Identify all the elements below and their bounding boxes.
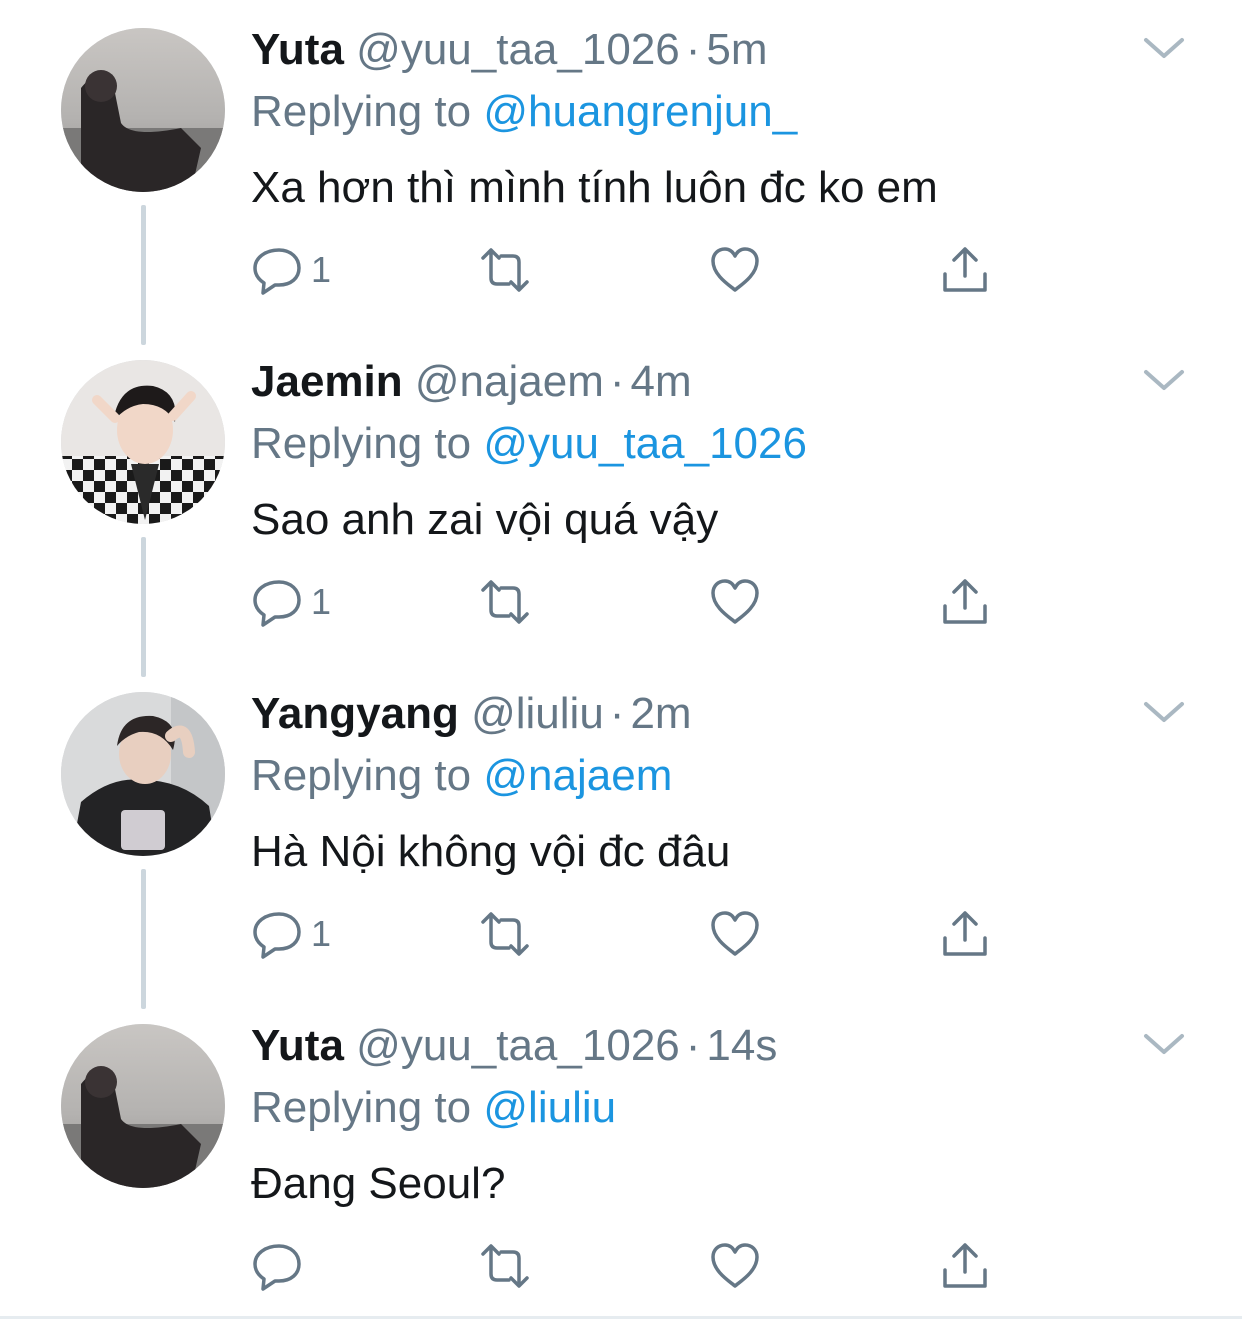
retweet-button[interactable] [479, 1236, 531, 1296]
speech-bubble-icon [253, 580, 301, 627]
share-button[interactable] [939, 572, 991, 632]
tweet-text: Sao anh zai vội quá vậy [251, 495, 719, 544]
reply-button[interactable] [251, 1236, 311, 1296]
display-name[interactable]: Jaemin [251, 357, 403, 406]
reply-count: 1 [311, 913, 332, 954]
share-button[interactable] [939, 240, 991, 300]
tweet-actions [251, 1236, 1011, 1296]
separator-dot: · [685, 25, 701, 74]
replying-to-label: Replying to [251, 751, 472, 800]
heart-icon [711, 911, 759, 956]
reply-count: 1 [311, 249, 332, 290]
mention-link[interactable]: @huangrenjun_ [483, 87, 797, 136]
retweet-icon [481, 580, 529, 624]
tweet-header: Yangyang @liuliu · 2m [251, 686, 692, 742]
share-icon [943, 1243, 987, 1288]
replying-to: Replying to @huangrenjun_ [251, 84, 797, 140]
user-handle[interactable]: @najaem [415, 357, 604, 406]
replying-to-label: Replying to [251, 87, 472, 136]
like-button[interactable] [709, 1236, 761, 1296]
speech-bubble-icon [253, 248, 301, 295]
replying-to: Replying to @najaem [251, 748, 672, 804]
separator-dot: · [609, 357, 625, 406]
retweet-button[interactable] [479, 572, 531, 632]
speech-bubble-icon [253, 912, 301, 959]
avatar[interactable] [61, 692, 225, 856]
retweet-icon [481, 1244, 529, 1288]
timestamp[interactable]: 4m [631, 357, 692, 406]
display-name[interactable]: Yuta [251, 1021, 344, 1070]
heart-icon [711, 1243, 759, 1288]
tweet[interactable]: Jaemin @najaem · 4m Replying to @yuu_taa_1… [0, 332, 1242, 664]
share-button[interactable] [939, 904, 991, 964]
share-icon [943, 579, 987, 624]
tweet-actions: 1 [251, 240, 1011, 300]
timestamp[interactable]: 2m [630, 689, 691, 738]
tweet-header: Jaemin @najaem · 4m [251, 354, 692, 410]
chevron-down-icon [1144, 1034, 1184, 1054]
like-button[interactable] [709, 240, 761, 300]
separator-dot: · [609, 689, 625, 738]
chevron-down-icon [1144, 370, 1184, 390]
avatar-image [61, 1024, 225, 1188]
like-button[interactable] [709, 904, 761, 964]
tweet-menu-button[interactable] [1142, 1026, 1186, 1060]
retweet-icon [481, 248, 529, 292]
share-icon [943, 911, 987, 956]
retweet-button[interactable] [479, 904, 531, 964]
retweet-icon [481, 912, 529, 956]
replying-to: Replying to @liuliu [251, 1080, 616, 1136]
avatar-image [61, 28, 225, 192]
timestamp[interactable]: 14s [706, 1021, 777, 1070]
mention-link[interactable]: @liuliu [483, 1083, 616, 1132]
avatar[interactable] [61, 360, 225, 524]
reply-button[interactable]: 1 [251, 240, 331, 300]
avatar-image [61, 360, 225, 524]
tweet-text: Xa hơn thì mình tính luôn đc ko em [251, 163, 938, 212]
share-icon [943, 247, 987, 292]
user-handle[interactable]: @yuu_taa_1026 [356, 25, 680, 74]
mention-link[interactable]: @yuu_taa_1026 [483, 419, 807, 468]
retweet-button[interactable] [479, 240, 531, 300]
separator-dot: · [685, 1021, 701, 1070]
chevron-down-icon [1144, 38, 1184, 58]
tweet-text: Hà Nội không vội đc đâu [251, 827, 731, 876]
replying-to-label: Replying to [251, 419, 472, 468]
tweet-menu-button[interactable] [1142, 694, 1186, 728]
avatar[interactable] [61, 1024, 225, 1188]
reply-button[interactable]: 1 [251, 904, 331, 964]
speech-bubble-icon [253, 1244, 301, 1291]
tweet[interactable]: Yuta @yuu_taa_1026 · 5m Replying to @huang… [0, 0, 1242, 332]
tweet-text: Đang Seoul? [251, 1159, 506, 1208]
avatar-image [61, 692, 225, 856]
tweet-actions: 1 [251, 572, 1011, 632]
like-button[interactable] [709, 572, 761, 632]
user-handle[interactable]: @yuu_taa_1026 [356, 1021, 680, 1070]
tweet-menu-button[interactable] [1142, 362, 1186, 396]
tweet-menu-button[interactable] [1142, 30, 1186, 64]
heart-icon [711, 247, 759, 292]
chevron-down-icon [1144, 702, 1184, 722]
user-handle[interactable]: @liuliu [471, 689, 604, 738]
display-name[interactable]: Yangyang [251, 689, 459, 738]
timestamp[interactable]: 5m [706, 25, 767, 74]
heart-icon [711, 579, 759, 624]
reply-count: 1 [311, 581, 332, 622]
display-name[interactable]: Yuta [251, 25, 344, 74]
replying-to-label: Replying to [251, 1083, 472, 1132]
reply-button[interactable]: 1 [251, 572, 331, 632]
mention-link[interactable]: @najaem [483, 751, 672, 800]
share-button[interactable] [939, 1236, 991, 1296]
tweet-header: Yuta @yuu_taa_1026 · 14s [251, 1018, 777, 1074]
avatar[interactable] [61, 28, 225, 192]
tweet[interactable]: Yangyang @liuliu · 2m Replying to @najaem … [0, 664, 1242, 996]
replying-to: Replying to @yuu_taa_1026 [251, 416, 807, 472]
tweet-header: Yuta @yuu_taa_1026 · 5m [251, 22, 768, 78]
tweet-actions: 1 [251, 904, 1011, 964]
tweet[interactable]: Yuta @yuu_taa_1026 · 14s Replying to @liul… [0, 996, 1242, 1319]
